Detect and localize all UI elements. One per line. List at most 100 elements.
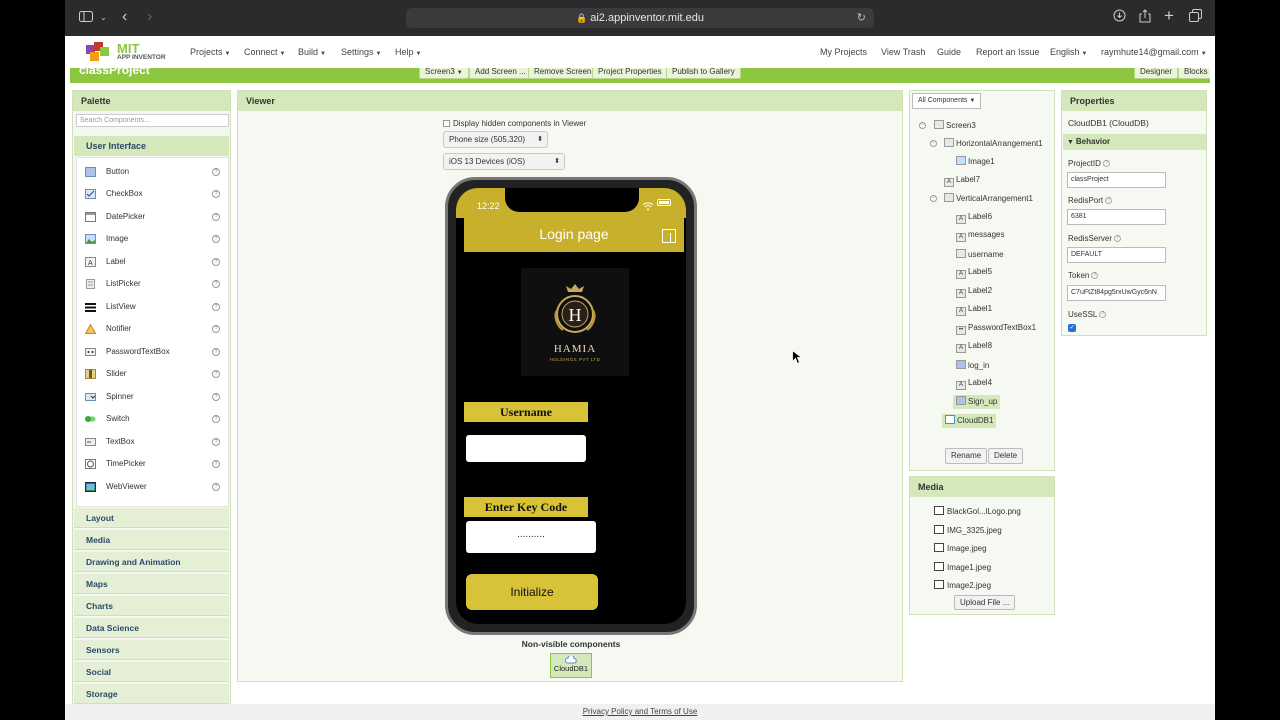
tree-screen3[interactable]: Screen3 (934, 120, 976, 134)
tree-label7[interactable]: A Label7 (944, 175, 980, 189)
help-icon[interactable]: ? (212, 235, 220, 243)
palette-item-listview[interactable]: ListView? (77, 297, 228, 317)
designer-button[interactable]: Designer (1134, 68, 1179, 79)
usessl-checkbox[interactable]: ✓ (1068, 324, 1076, 332)
palette-search-input[interactable]: Search Components... (76, 114, 229, 127)
share-icon[interactable] (1139, 9, 1151, 26)
tree-image1[interactable]: Image1 (956, 156, 995, 170)
link-guide[interactable]: Guide (937, 47, 961, 57)
forward-icon[interactable]: › (147, 8, 152, 26)
help-icon[interactable]: ? (212, 213, 220, 221)
palette-item-button[interactable]: Button? (77, 162, 228, 182)
publish-gallery-button[interactable]: Publish to Gallery (666, 68, 741, 79)
help-icon[interactable]: ? (212, 325, 220, 333)
tree-label1[interactable]: A Label1 (956, 304, 992, 318)
help-icon[interactable]: ? (212, 168, 220, 176)
menu-connect[interactable]: Connect ▼ (244, 47, 285, 57)
menu-help[interactable]: Help ▼ (395, 47, 421, 57)
link-report-issue[interactable]: Report an Issue (976, 47, 1040, 57)
category-user-interface[interactable]: User Interface (74, 136, 229, 156)
rename-button[interactable]: Rename (945, 448, 988, 464)
add-screen-button[interactable]: Add Screen ... (469, 68, 532, 79)
initialize-button[interactable]: Initialize (466, 574, 598, 610)
phone-size-select[interactable]: Phone size (505,320) ⬍ (443, 131, 548, 148)
palette-item-spinner[interactable]: Spinner? (77, 387, 228, 407)
screen-select[interactable]: Screen3 ▼ (419, 68, 469, 79)
help-icon[interactable]: ? (212, 280, 220, 288)
palette-item-checkbox[interactable]: CheckBox? (77, 184, 228, 204)
palette-item-notifier[interactable]: Notifier? (77, 319, 228, 339)
category-sensors[interactable]: Sensors (74, 640, 229, 660)
remove-screen-button[interactable]: Remove Screen (528, 68, 598, 79)
project-properties-button[interactable]: Project Properties (592, 68, 668, 79)
back-icon[interactable]: ‹ (122, 8, 127, 26)
palette-item-webviewer[interactable]: WebViewer? (77, 477, 228, 497)
collapse-icon[interactable]: − (930, 140, 937, 147)
device-select[interactable]: iOS 13 Devices (iOS) ⬍ (443, 153, 565, 170)
company-logo-image[interactable]: H HAMIA HOLDINGS PVT LTD (521, 268, 629, 376)
palette-item-label[interactable]: A Label? (77, 252, 228, 272)
tree-verticalarrangement1[interactable]: VerticalArrangement1 (944, 193, 1033, 207)
behavior-section[interactable]: ▼ Behavior (1063, 134, 1206, 150)
palette-item-slider[interactable]: Slider? (77, 364, 228, 384)
palette-item-timepicker[interactable]: TimePicker? (77, 454, 228, 474)
projectid-input[interactable]: classProject (1067, 172, 1166, 188)
tree-label6[interactable]: A Label6 (956, 212, 992, 226)
category-storage[interactable]: Storage (74, 684, 229, 704)
account-menu[interactable]: raymhute14@gmail.com ▼ (1101, 47, 1207, 57)
sidebar-toggle-icon[interactable] (79, 9, 93, 25)
username-input[interactable] (466, 435, 586, 462)
tree-log-in[interactable]: log_in (956, 360, 989, 374)
language-menu[interactable]: English ▼ (1050, 47, 1087, 57)
download-icon[interactable] (1113, 9, 1126, 25)
privacy-policy-link[interactable]: Privacy Policy and Terms of Use (583, 707, 698, 716)
help-icon[interactable]: ? (212, 393, 220, 401)
media-file[interactable]: IMG_3325.jpeg (934, 525, 1002, 535)
tree-label4[interactable]: A Label4 (956, 378, 992, 392)
help-icon[interactable]: ? (212, 190, 220, 198)
redisserver-input[interactable]: DEFAULT (1067, 247, 1166, 263)
address-bar[interactable]: 🔒 ai2.appinventor.mit.edu ↻ (406, 8, 874, 28)
media-file[interactable]: Image1.jpeg (934, 562, 991, 572)
collapse-icon[interactable]: − (919, 122, 926, 129)
new-tab-icon[interactable]: + (1164, 6, 1174, 26)
nonvisible-clouddb[interactable]: CloudDB1 (550, 653, 592, 678)
tree-horizontalarrangement1[interactable]: HorizontalArrangement1 (944, 138, 1043, 152)
menu-projects[interactable]: Projects ▼ (190, 47, 230, 57)
category-media[interactable]: Media (74, 530, 229, 550)
link-my-projects[interactable]: My Projects (820, 47, 867, 57)
help-icon[interactable]: ? (212, 258, 220, 266)
help-icon[interactable]: ? (212, 303, 220, 311)
tree-clouddb1[interactable]: CloudDB1 (942, 414, 997, 428)
components-filter-dropdown[interactable]: All Components ▼ (912, 93, 982, 109)
tree-messages[interactable]: Amessages (956, 230, 1004, 244)
app-inventor-logo[interactable]: MIT APP INVENTOR (85, 39, 171, 65)
password-input[interactable]: .......... (466, 521, 596, 553)
redisport-input[interactable]: 6381 (1067, 209, 1166, 225)
display-hidden-checkbox[interactable]: Display hidden components in Viewer (443, 119, 586, 128)
palette-item-textbox[interactable]: TextBox? (77, 432, 228, 452)
palette-item-datepicker[interactable]: DatePicker? (77, 207, 228, 227)
tree-label5[interactable]: A Label5 (956, 267, 992, 281)
tabs-overview-icon[interactable] (1189, 9, 1202, 25)
tree-passwordtextbox1[interactable]: •• PasswordTextBox1 (956, 323, 1036, 337)
help-icon[interactable]: ? (212, 438, 220, 446)
delete-button[interactable]: Delete (988, 448, 1024, 464)
help-icon[interactable]: ? (212, 460, 220, 468)
category-maps[interactable]: Maps (74, 574, 229, 594)
category-charts[interactable]: Charts (74, 596, 229, 616)
upload-file-button[interactable]: Upload File ... (954, 595, 1016, 610)
chevron-down-icon[interactable]: ⌄ (100, 13, 107, 22)
menu-build[interactable]: Build ▼ (298, 47, 326, 57)
tree-label8[interactable]: A Label8 (956, 341, 992, 355)
palette-item-image[interactable]: Image? (77, 229, 228, 249)
collapse-icon[interactable]: − (930, 195, 937, 202)
category-data-science[interactable]: Data Science (74, 618, 229, 638)
reload-icon[interactable]: ↻ (857, 8, 866, 28)
link-view-trash[interactable]: View Trash (881, 47, 925, 57)
category-drawing[interactable]: Drawing and Animation (74, 552, 229, 572)
tree-sign-up[interactable]: Sign_up (953, 395, 1001, 409)
category-social[interactable]: Social (74, 662, 229, 682)
help-icon[interactable]: ? (212, 348, 220, 356)
tree-username[interactable]: username (956, 249, 1004, 263)
